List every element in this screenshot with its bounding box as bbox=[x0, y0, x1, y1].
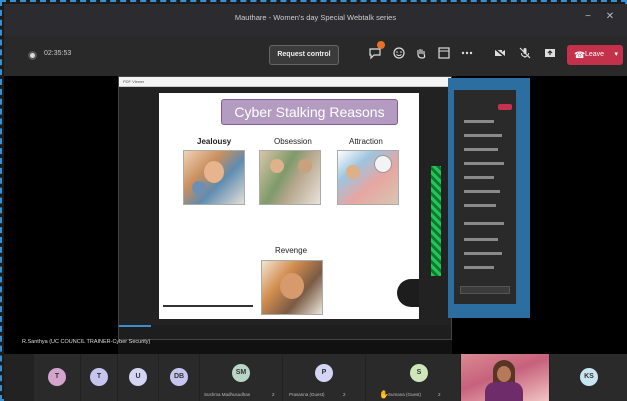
participant-count: 2 bbox=[438, 392, 441, 397]
avatar: P bbox=[315, 364, 333, 382]
shared-screen-stage: PDF Viewer Cyber Stalking Reasons Jealou… bbox=[4, 76, 627, 354]
chevron-down-icon[interactable]: ▾ bbox=[614, 45, 618, 65]
mini-chat-panel bbox=[454, 90, 516, 304]
avatar: T bbox=[90, 368, 108, 386]
mini-chat-input bbox=[460, 286, 510, 294]
slide-area: Cyber Stalking Reasons Jealousy Obsessio… bbox=[119, 87, 451, 325]
mini-text-line bbox=[464, 222, 504, 225]
video-person-body bbox=[485, 382, 523, 401]
close-button[interactable]: ✕ bbox=[602, 10, 618, 24]
mini-text-line bbox=[464, 134, 502, 137]
avatar: S bbox=[410, 364, 428, 382]
participant-tile[interactable]: SM Sushma Madhusudhan 2 bbox=[200, 354, 282, 401]
screen-share-indicator bbox=[431, 166, 441, 276]
participant-video-tile[interactable] bbox=[461, 354, 549, 401]
avatar: T bbox=[48, 368, 66, 386]
meeting-toolbar: 02:35:53 Request control ☎ Leave ▾ bbox=[4, 36, 627, 76]
mini-text-line bbox=[464, 266, 494, 269]
participant-name: Sumana (Guest) bbox=[388, 392, 422, 397]
slide-decoration bbox=[397, 279, 419, 307]
revenge-illustration bbox=[261, 260, 323, 315]
app-frame: Mauthare - Women's day Special Webtalk s… bbox=[0, 0, 627, 401]
more-icon[interactable] bbox=[458, 46, 476, 64]
mini-text-line bbox=[464, 204, 496, 207]
obsession-illustration bbox=[259, 150, 321, 205]
mini-text-line bbox=[464, 176, 494, 179]
playback-progress bbox=[119, 325, 151, 327]
leave-button[interactable]: ☎ Leave ▾ bbox=[567, 45, 623, 65]
participant-tile[interactable]: P Prasanna (Guest) 2 bbox=[283, 354, 365, 401]
title-bar: Mauthare - Women's day Special Webtalk s… bbox=[4, 4, 627, 36]
minimize-button[interactable]: − bbox=[580, 10, 596, 24]
reason-label-jealousy: Jealousy bbox=[197, 137, 232, 146]
shared-window: PDF Viewer Cyber Stalking Reasons Jealou… bbox=[118, 76, 452, 340]
reactions-icon[interactable] bbox=[390, 46, 408, 64]
attraction-illustration bbox=[337, 150, 399, 205]
participant-tile[interactable]: DB bbox=[159, 354, 199, 401]
phone-icon: ☎ bbox=[574, 50, 586, 60]
mic-icon[interactable] bbox=[516, 46, 534, 64]
reason-label-revenge: Revenge bbox=[275, 246, 308, 255]
participant-count: 2 bbox=[343, 392, 346, 397]
slide-divider bbox=[163, 305, 253, 307]
participant-tile[interactable]: T bbox=[81, 354, 117, 401]
apps-icon[interactable] bbox=[435, 46, 453, 64]
leave-label: Leave bbox=[585, 51, 605, 58]
shared-window-title: PDF Viewer bbox=[119, 77, 451, 87]
reason-label-attraction: Attraction bbox=[349, 137, 383, 146]
jealousy-illustration bbox=[183, 150, 245, 205]
avatar: U bbox=[129, 368, 147, 386]
reason-label-obsession: Obsession bbox=[274, 137, 312, 146]
mini-text-line bbox=[464, 252, 502, 255]
avatar: DB bbox=[170, 368, 188, 386]
presenter-taskbar bbox=[118, 340, 452, 354]
shared-window-taskbar bbox=[119, 325, 451, 339]
request-control-button[interactable]: Request control bbox=[269, 45, 339, 65]
video-person-face bbox=[497, 366, 511, 382]
avatar: KS bbox=[580, 368, 598, 386]
recording-icon bbox=[28, 51, 37, 60]
participants-strip: T T U DB SM Sushma Madhusudhan 2 P Prasa… bbox=[4, 354, 627, 401]
mini-text-line bbox=[464, 120, 494, 123]
mini-text-line bbox=[464, 148, 498, 151]
presentation-slide: Cyber Stalking Reasons Jealousy Obsessio… bbox=[159, 93, 419, 319]
raise-hand-icon[interactable] bbox=[412, 46, 430, 64]
participant-name: Sushma Madhusudhan bbox=[204, 392, 251, 397]
meeting-timer: 02:35:53 bbox=[44, 50, 72, 57]
mini-text-line bbox=[464, 238, 498, 241]
raised-hand-icon: ✋ bbox=[379, 390, 389, 399]
share-icon[interactable] bbox=[541, 46, 559, 64]
mini-text-line bbox=[464, 162, 504, 165]
mini-leave-button bbox=[498, 104, 512, 110]
participant-count: 2 bbox=[272, 392, 275, 397]
avatar: SM bbox=[232, 364, 250, 382]
participant-tile[interactable]: T bbox=[34, 354, 80, 401]
camera-icon[interactable] bbox=[491, 46, 509, 64]
participant-tile[interactable]: KS bbox=[550, 354, 627, 401]
notification-badge bbox=[377, 41, 385, 49]
participant-tile[interactable]: U bbox=[118, 354, 158, 401]
participant-name: Prasanna (Guest) bbox=[289, 392, 325, 397]
slide-title: Cyber Stalking Reasons bbox=[221, 99, 398, 125]
window-title: Mauthare - Women's day Special Webtalk s… bbox=[234, 13, 397, 22]
mini-meeting-window bbox=[448, 78, 530, 318]
presenter-name: R.Santhya (UC COUNCIL TRAINER-Cyber Secu… bbox=[22, 339, 151, 345]
mini-text-line bbox=[464, 190, 500, 193]
